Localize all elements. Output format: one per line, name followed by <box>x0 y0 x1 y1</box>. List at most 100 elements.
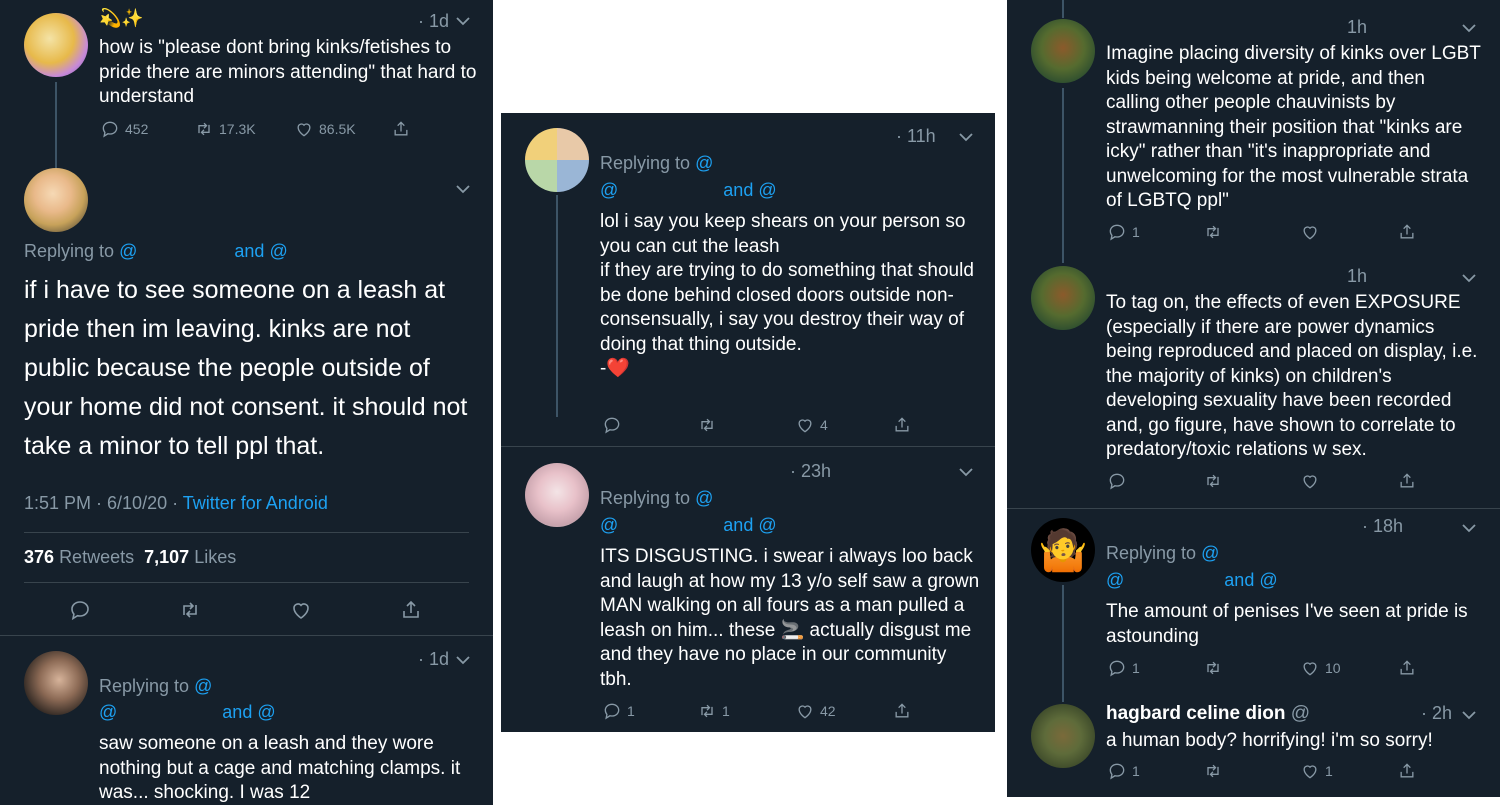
avatar[interactable] <box>525 463 589 527</box>
retweet-button[interactable] <box>697 415 717 435</box>
share-button[interactable] <box>1397 658 1417 678</box>
mention-link[interactable]: @ <box>695 153 713 173</box>
share-button[interactable] <box>1397 761 1417 781</box>
chevron-down-icon[interactable] <box>456 181 470 194</box>
reply-count: 1 <box>627 703 635 719</box>
reply-icon <box>604 417 620 434</box>
mention-link[interactable]: @ <box>194 676 212 696</box>
retweet-button[interactable]: 17.3K <box>194 119 256 139</box>
tweet-time[interactable]: · 23h <box>790 461 831 482</box>
and-text: and <box>1224 570 1255 590</box>
chevron-down-icon[interactable] <box>959 129 973 142</box>
mention-link[interactable]: @ <box>99 702 117 722</box>
avatar[interactable] <box>24 13 88 77</box>
retweet-button[interactable] <box>178 598 202 622</box>
chevron-down-icon[interactable] <box>1462 270 1476 283</box>
retweet-button[interactable] <box>1203 658 1223 678</box>
mention-link[interactable]: @ <box>119 241 137 261</box>
reply-button[interactable]: 1 <box>602 701 635 721</box>
chevron-down-icon[interactable] <box>1462 707 1476 720</box>
mention-link[interactable]: @ <box>1259 570 1277 590</box>
avatar[interactable] <box>1031 704 1095 768</box>
like-button[interactable]: 10 <box>1300 658 1341 678</box>
mention-link[interactable]: @ <box>758 180 776 200</box>
retweet-button[interactable] <box>1203 761 1223 781</box>
mention-link[interactable]: @ <box>600 180 618 200</box>
share-button[interactable] <box>399 598 423 622</box>
chevron-down-icon[interactable] <box>1462 20 1476 33</box>
share-button[interactable] <box>1397 222 1417 242</box>
replying-to-line2: @ and @ <box>1106 570 1278 591</box>
reply-icon <box>71 601 89 621</box>
mention-link[interactable]: @ <box>600 515 618 535</box>
avatar[interactable] <box>1031 19 1095 83</box>
reply-button[interactable]: 1 <box>1107 658 1140 678</box>
like-icon <box>293 603 309 619</box>
chevron-down-icon[interactable] <box>1462 520 1476 533</box>
chevron-down-icon[interactable] <box>456 652 470 665</box>
like-button[interactable] <box>1300 222 1320 242</box>
like-count: 10 <box>1325 660 1341 676</box>
mention-link[interactable]: @ <box>695 488 713 508</box>
reply-button[interactable] <box>68 598 92 622</box>
retweets-label[interactable]: Retweets <box>59 547 134 567</box>
share-button[interactable] <box>892 701 912 721</box>
tweet-time[interactable]: · 1d <box>418 649 449 670</box>
replying-to: Replying to @ and @ <box>24 241 288 262</box>
mention-link[interactable]: @ <box>758 515 776 535</box>
share-button[interactable] <box>1397 471 1417 491</box>
mention-link[interactable]: @ <box>1201 543 1219 563</box>
display-name[interactable]: hagbard celine dion <box>1106 703 1285 724</box>
tweet-time[interactable]: · 1d <box>418 11 449 32</box>
tweet-time[interactable]: · 18h <box>1362 516 1403 537</box>
likes-count[interactable]: 7,107 <box>144 547 189 567</box>
source-link[interactable]: Twitter for Android <box>183 493 328 513</box>
tweet-time[interactable]: 1h <box>1347 17 1367 38</box>
reply-button[interactable]: 1 <box>1107 761 1140 781</box>
tweet-time[interactable]: · 11h <box>896 126 936 147</box>
mention-link[interactable]: @ <box>257 702 275 722</box>
share-icon <box>895 417 909 432</box>
replying-prefix: Replying to <box>600 153 691 173</box>
like-button[interactable]: 86.5K <box>294 119 356 139</box>
chevron-down-icon[interactable] <box>456 13 470 26</box>
and-text: and <box>234 241 265 261</box>
share-icon <box>1400 660 1414 675</box>
like-button[interactable] <box>289 598 313 622</box>
retweets-count[interactable]: 376 <box>24 547 54 567</box>
retweet-button[interactable] <box>1203 471 1223 491</box>
reply-button[interactable] <box>602 415 622 435</box>
thread-line <box>556 195 558 417</box>
reply-count: 1 <box>1132 224 1140 240</box>
like-button[interactable] <box>1300 471 1320 491</box>
chevron-down-icon[interactable] <box>959 464 973 477</box>
retweet-button[interactable]: 1 <box>697 701 730 721</box>
reply-button[interactable]: 452 <box>100 119 148 139</box>
mention-link[interactable]: @ <box>269 241 287 261</box>
likes-label[interactable]: Likes <box>194 547 236 567</box>
share-button[interactable] <box>892 415 912 435</box>
avatar[interactable]: 🤷 <box>1031 518 1095 582</box>
tweet-text: if i have to see someone on a leash at p… <box>24 276 468 460</box>
reply-button[interactable]: 1 <box>1107 222 1140 242</box>
retweet-button[interactable] <box>1203 222 1223 242</box>
like-button[interactable]: 42 <box>795 701 836 721</box>
share-button[interactable] <box>391 119 411 139</box>
handle[interactable]: @ <box>1291 703 1310 724</box>
tweet-time[interactable]: · 2h <box>1421 703 1452 724</box>
like-icon <box>798 705 812 719</box>
tweet-panel-left: 💫✨ · 1d how is "please dont bring kinks/… <box>0 0 493 805</box>
retweet-count: 17.3K <box>219 121 256 137</box>
like-button[interactable]: 4 <box>795 415 828 435</box>
avatar[interactable] <box>1031 266 1095 330</box>
mention-link[interactable]: @ <box>1106 570 1124 590</box>
reply-icon <box>102 121 118 138</box>
avatar[interactable] <box>24 168 88 232</box>
tweet-time[interactable]: 1h <box>1347 266 1367 287</box>
thread-line <box>1062 0 1064 18</box>
avatar[interactable] <box>24 651 88 715</box>
reply-button[interactable] <box>1107 471 1127 491</box>
like-button[interactable]: 1 <box>1300 761 1333 781</box>
share-icon <box>895 703 909 718</box>
avatar[interactable] <box>525 128 589 192</box>
